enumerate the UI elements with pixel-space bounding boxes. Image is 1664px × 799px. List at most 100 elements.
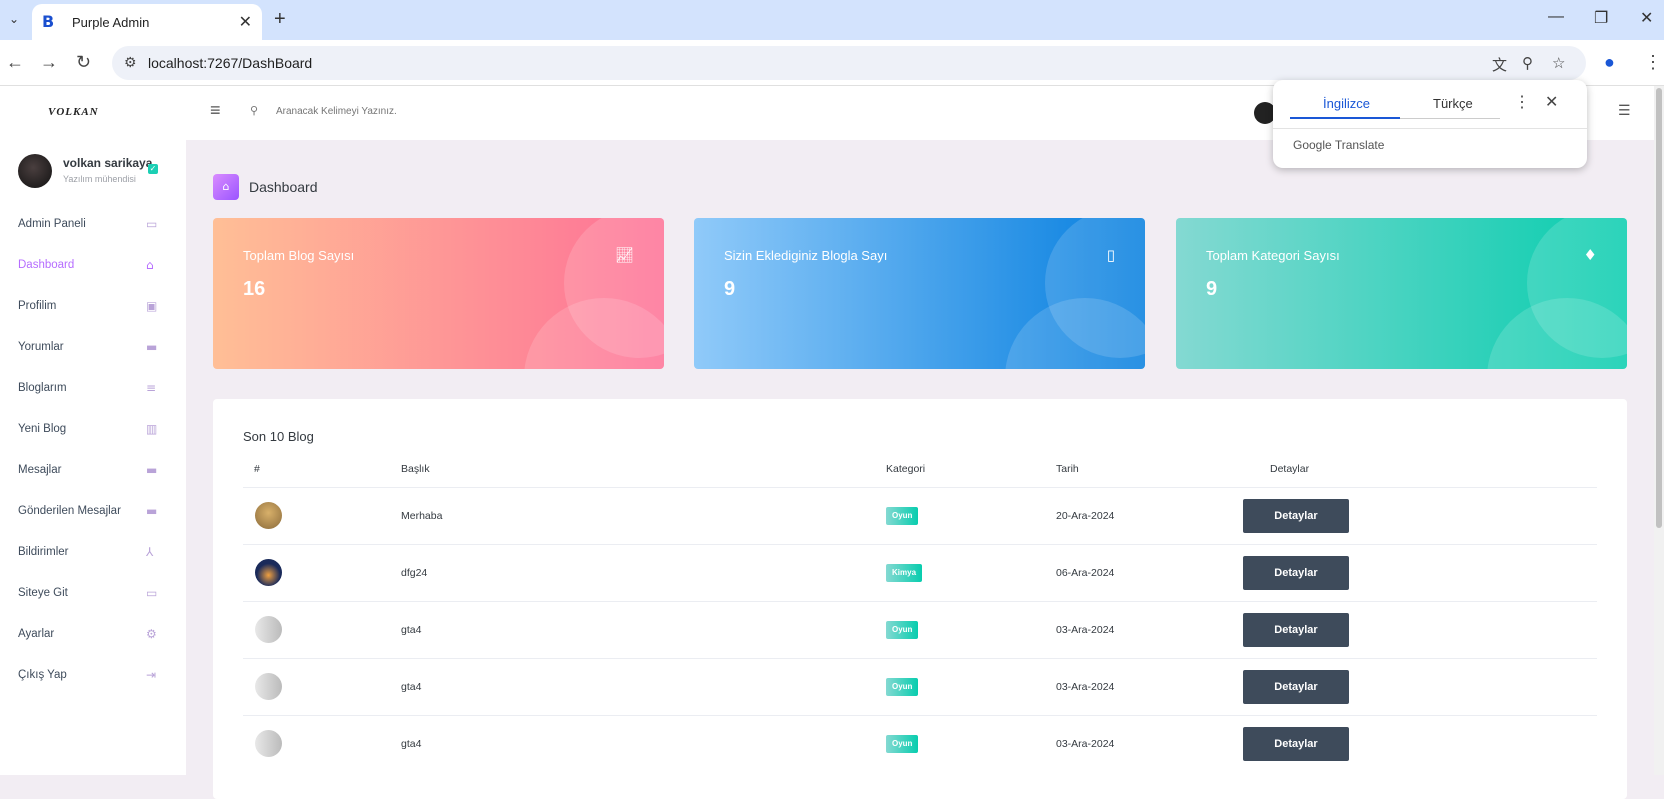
- blog-thumbnail: [255, 616, 282, 643]
- sidebar-item-siteye-git[interactable]: Siteye Git ▭: [0, 574, 186, 615]
- stat-card-total-blogs: Toplam Blog Sayısı 16 📈︎: [213, 218, 664, 369]
- contact-icon: ▣: [146, 299, 158, 313]
- chat-icon: ▭: [146, 217, 158, 231]
- restore-icon[interactable]: ❐: [1594, 8, 1608, 28]
- page-header: ⌂ Dashboard: [213, 174, 318, 200]
- sidebar-item-bildirimler[interactable]: Bildirimler ⅄: [0, 533, 186, 574]
- sidebar-item-label: Ayarlar: [18, 628, 55, 640]
- bookmark-icon: ▯: [1106, 246, 1115, 264]
- table-row: dfg24 Kimya 06-Ara-2024 Detaylar: [243, 544, 1597, 601]
- close-window-icon[interactable]: ✕: [1640, 8, 1653, 28]
- back-icon[interactable]: ←: [6, 52, 24, 72]
- new-tab-icon[interactable]: +: [274, 8, 286, 31]
- stat-title: Toplam Kategori Sayısı: [1206, 248, 1340, 263]
- details-button[interactable]: Detaylar: [1243, 613, 1349, 647]
- bootstrap-favicon-icon: B: [42, 12, 55, 31]
- diamond-icon: ♦: [1583, 246, 1597, 264]
- sidebar-item-mesajlar[interactable]: Mesajlar ▬: [0, 451, 186, 492]
- sidebar-item-profilim[interactable]: Profilim ▣: [0, 287, 186, 328]
- browser-tab[interactable]: B Purple Admin ✕: [32, 4, 262, 40]
- stat-value: 9: [1206, 278, 1218, 300]
- zoom-icon[interactable]: ⚲: [1522, 54, 1533, 72]
- category-badge: Oyun: [886, 621, 919, 639]
- recent-blogs-card: Son 10 Blog # Başlık Kategori Tarih Deta…: [213, 399, 1627, 799]
- blog-date: 03-Ara-2024: [1056, 624, 1115, 636]
- sidebar-item-ayarlar[interactable]: Ayarlar ⚙: [0, 615, 186, 656]
- user-role: Yazılım mühendisi: [63, 174, 136, 184]
- forward-icon[interactable]: →: [40, 52, 58, 72]
- message-icon: ▬: [146, 463, 158, 477]
- tab-title: Purple Admin: [72, 14, 150, 30]
- home-icon: ⌂: [146, 258, 154, 272]
- tab-search-chevron-icon[interactable]: ⌄: [4, 8, 24, 30]
- star-icon[interactable]: ☆: [1552, 54, 1565, 72]
- blog-thumbnail: [255, 502, 282, 529]
- table-header: Başlık: [401, 463, 430, 475]
- sidebar-item-label: Yorumlar: [18, 341, 64, 353]
- details-button[interactable]: Detaylar: [1243, 499, 1349, 533]
- address-bar[interactable]: ⚙ localhost:7267/DashBoard 文 ⚲ ☆: [112, 46, 1586, 80]
- url-text: localhost:7267/DashBoard: [148, 55, 313, 71]
- list-toggle-icon[interactable]: ☰: [1618, 102, 1631, 119]
- logout-icon: ⇥: [146, 668, 157, 682]
- home-icon: ⌂: [213, 174, 239, 200]
- sidebar-item-label: Admin Paneli: [18, 218, 86, 230]
- lang-from-tab[interactable]: İngilizce: [1323, 96, 1370, 111]
- gear-icon: ⚙: [146, 627, 157, 641]
- blog-title: Merhaba: [401, 510, 443, 522]
- translate-close-icon[interactable]: ✕: [1545, 92, 1558, 112]
- scrollbar-thumb[interactable]: [1656, 88, 1662, 528]
- sidebar-item-yorumlar[interactable]: Yorumlar ▬: [0, 328, 186, 369]
- sidebar-item-gönderilen-mesajlar[interactable]: Gönderilen Mesajlar ▬: [0, 492, 186, 533]
- page-scrollbar[interactable]: [1654, 86, 1664, 775]
- blog-title: gta4: [401, 681, 422, 693]
- logo[interactable]: VOLKAN: [48, 106, 99, 118]
- chart-icon: ▥: [146, 422, 158, 436]
- table-row: Merhaba Oyun 20-Ara-2024 Detaylar: [243, 487, 1597, 544]
- site-info-icon[interactable]: ⚙: [124, 54, 137, 71]
- reload-icon[interactable]: ↻: [76, 52, 91, 72]
- sidebar-item-çıkış-yap[interactable]: Çıkış Yap ⇥: [0, 656, 186, 697]
- message-icon: ▬: [146, 504, 158, 518]
- avatar[interactable]: [18, 154, 52, 188]
- bell-icon: ⅄: [146, 545, 154, 559]
- translate-icon[interactable]: 文: [1492, 54, 1507, 75]
- close-tab-icon[interactable]: ✕: [239, 12, 252, 32]
- page-title: Dashboard: [249, 179, 318, 195]
- sidebar-item-bloglarım[interactable]: Bloglarım ≡: [0, 369, 186, 410]
- sidebar-item-label: Profilim: [18, 300, 57, 312]
- blog-thumbnail: [255, 559, 282, 586]
- category-badge: Kimya: [886, 564, 923, 582]
- table-row: gta4 Oyun 03-Ara-2024 Detaylar: [243, 658, 1597, 715]
- stat-value: 9: [724, 278, 736, 300]
- sidebar-item-admin-paneli[interactable]: Admin Paneli ▭: [0, 205, 186, 246]
- table-header: Tarih: [1056, 463, 1079, 475]
- stat-title: Toplam Blog Sayısı: [243, 248, 355, 263]
- sidebar-item-dashboard[interactable]: Dashboard ⌂: [0, 246, 186, 287]
- lang-to-tab[interactable]: Türkçe: [1433, 96, 1473, 111]
- search-input[interactable]: [276, 98, 576, 124]
- list-icon: ≡: [146, 381, 157, 395]
- details-button[interactable]: Detaylar: [1243, 727, 1349, 761]
- menu-dots-icon[interactable]: ⋮: [1644, 52, 1662, 72]
- sidebar-item-label: Bildirimler: [18, 546, 69, 558]
- blog-thumbnail: [255, 673, 282, 700]
- translate-popup: İngilizce Türkçe ⋮ ✕ Google Translate: [1273, 80, 1587, 168]
- profile-icon[interactable]: ●: [1604, 52, 1615, 72]
- blog-date: 06-Ara-2024: [1056, 567, 1115, 579]
- details-button[interactable]: Detaylar: [1243, 556, 1349, 590]
- blog-title: gta4: [401, 738, 422, 750]
- stat-card-categories: Toplam Kategori Sayısı 9 ♦: [1176, 218, 1627, 369]
- sidebar-item-label: Bloglarım: [18, 382, 67, 394]
- translate-options-icon[interactable]: ⋮: [1514, 92, 1530, 112]
- details-button[interactable]: Detaylar: [1243, 670, 1349, 704]
- table-header: Kategori: [886, 463, 926, 475]
- stat-card-my-blogs: Sizin Eklediginiz Blogla Sayı 9 ▯: [694, 218, 1145, 369]
- hamburger-icon[interactable]: ≡: [210, 100, 221, 121]
- lang-from-underline: [1290, 117, 1400, 119]
- blog-thumbnail: [255, 730, 282, 757]
- minimize-icon[interactable]: —: [1548, 8, 1564, 26]
- table-title: Son 10 Blog: [243, 429, 314, 444]
- sidebar-item-yeni-blog[interactable]: Yeni Blog ▥: [0, 410, 186, 451]
- search-icon: ⚲: [250, 105, 259, 117]
